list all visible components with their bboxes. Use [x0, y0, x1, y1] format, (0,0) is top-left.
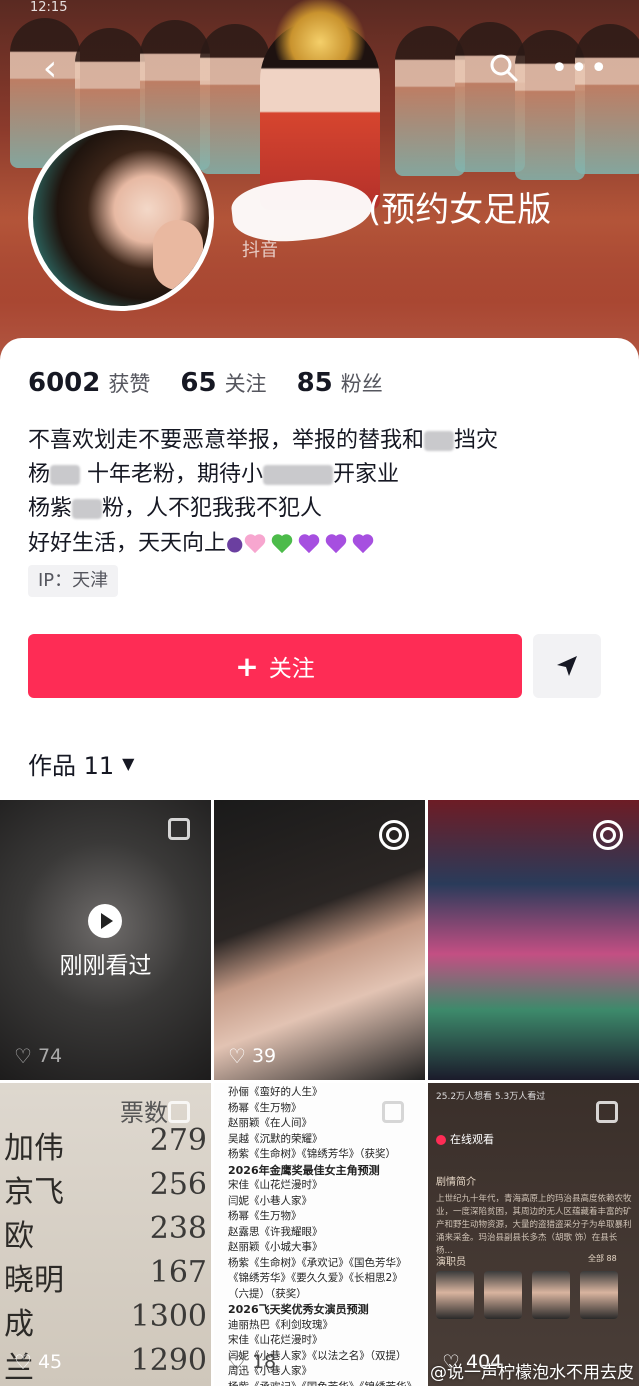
stat-followers[interactable]: 85 粉丝 [297, 368, 383, 398]
cast-row [436, 1271, 618, 1319]
ip-badge: IP：天津 [28, 565, 119, 597]
nickname: (预约女足版 [368, 190, 552, 230]
prediction-line: 孙俪《蛮好的人生》 [228, 1086, 323, 1098]
multi-image-icon [382, 1101, 404, 1123]
prediction-line: 闫妮《小巷人家》 [228, 1194, 312, 1207]
multi-image-icon [596, 1101, 618, 1123]
ledger-row: 欧 238 [4, 1211, 207, 1254]
watermark: @说一声柠檬泡水不用去皮 [430, 1363, 634, 1383]
prediction-line: 杨紫《承欢记》《国色芳华》《锦绣芳华》 [228, 1380, 418, 1386]
purple-heart-icon [324, 533, 348, 555]
stat-value: 65 [180, 368, 217, 398]
back-icon[interactable]: ‹ [30, 48, 70, 89]
bio-line: 好好生活，天天向上● [28, 526, 618, 561]
follow-label: 关注 [268, 656, 315, 682]
multi-image-icon [168, 1101, 190, 1123]
status-time: 12:15 [30, 0, 68, 15]
prediction-line: 吴越《沉默的荣耀》 [228, 1132, 323, 1145]
tab-works[interactable]: 作品 11 ▼ [28, 746, 134, 781]
video-tile[interactable]: 孙俪《蛮好的人生》 杨幂《生万物》 赵丽颖《在人间》 吴越《沉默的荣耀》 杨紫《生命树》… [214, 1083, 425, 1386]
purple-heart-icon [297, 533, 321, 555]
recently-watched-label: 刚刚看过 [59, 953, 152, 979]
send-message-button[interactable] [533, 634, 601, 698]
bio-line: 杨紫 粉，人不犯我我不犯人 [28, 496, 323, 521]
plus-icon: + [235, 649, 259, 683]
heart-icon: ♡ [14, 1044, 32, 1068]
prediction-line: 宋佳《山花烂漫时》 [228, 1334, 323, 1346]
video-tile[interactable]: ♡ 39 [214, 800, 425, 1080]
like-count: ♡ 45 [14, 1350, 63, 1374]
video-tile[interactable] [428, 800, 639, 1080]
stat-label: 粉丝 [340, 372, 383, 396]
stat-label: 关注 [224, 372, 267, 396]
bio-line: 杨 十年老粉，期待小 开家业 [28, 462, 400, 487]
follow-button[interactable]: + 关注 [28, 634, 522, 698]
stat-value: 85 [296, 368, 333, 398]
cast-title: 演职员 [436, 1257, 466, 1268]
stat-value: 6002 [28, 368, 101, 398]
pink-heart-icon [243, 533, 267, 555]
send-icon [557, 656, 577, 676]
prediction-line: 迪丽热巴《利剑玫瑰》 [228, 1318, 333, 1331]
platform-tag: 抖音 [242, 240, 278, 261]
bio-line: 不喜欢划走不要恶意举报，举报的替我和 挡灾 [28, 428, 499, 453]
video-tile[interactable]: 25.2万人想看 5.3万人看过 在线观看 剧情简介 上世纪九十年代，青海高原上… [428, 1083, 639, 1386]
heart-icon: ♡ [14, 1350, 32, 1374]
search-icon[interactable] [484, 48, 524, 88]
like-count: ♡ 39 [228, 1044, 277, 1068]
prediction-line: 赵丽颖《小城大事》 [228, 1241, 323, 1253]
profile-stats: 6002 获赞 65 关注 85 粉丝 [28, 368, 413, 398]
redacted-text [263, 465, 334, 485]
prediction-line: 赵露思《许我耀眼》 [228, 1225, 323, 1238]
grape-icon: ● [226, 531, 244, 555]
prediction-line: 杨幂《生万物》 [228, 1210, 302, 1222]
banner-crown [270, 0, 370, 60]
ledger-row: 成 1300 [4, 1299, 207, 1342]
watch-online: 在线观看 [436, 1131, 494, 1147]
avatar[interactable] [28, 125, 214, 311]
live-icon [593, 820, 623, 850]
heart-icon: ♡ [228, 1044, 246, 1068]
video-tile[interactable]: 刚刚看过 ♡ 74 [0, 800, 211, 1080]
redacted-text [72, 499, 103, 519]
video-grid: 刚刚看过 ♡ 74 ♡ 39 票数 加伟 279 京飞 256 欧 238 晓明 167 成… [0, 800, 639, 1386]
more-icon[interactable]: ••• [550, 48, 607, 88]
redacted-text [50, 465, 81, 485]
prediction-line: 杨紫《生命树》《承欢记》《国色芳华》《锦绣芳华》《要久久爱》《长相思2》（六提）… [228, 1256, 407, 1300]
prediction-line: 2026飞天奖优秀女演员预测 [228, 1303, 369, 1316]
ledger-row: 晓明 167 [4, 1255, 207, 1298]
live-icon [379, 820, 409, 850]
multi-image-icon [168, 818, 190, 840]
cast-photo [484, 1271, 522, 1319]
cast-photo [532, 1271, 570, 1319]
bio: 不喜欢划走不要恶意举报，举报的替我和 挡灾 杨 十年老粉，期待小 开家业 杨紫 粉，人… [28, 424, 618, 561]
prediction-line: 2026年金鹰奖最佳女主角预测 [228, 1163, 380, 1177]
like-count: ♡ 74 [14, 1044, 63, 1068]
cast-photo [436, 1271, 474, 1319]
green-heart-icon [270, 533, 294, 555]
purple-heart-icon [351, 533, 375, 555]
stat-likes[interactable]: 6002 获赞 [28, 368, 150, 398]
heart-icon: ♡ [228, 1350, 246, 1374]
banner-figure [575, 24, 639, 174]
synopsis-title: 剧情简介 [436, 1177, 476, 1188]
prediction-line: 杨紫《生命树》《锦绣芳华》（获奖） [228, 1148, 396, 1160]
caret-down-icon: ▼ [122, 754, 135, 773]
stat-following[interactable]: 65 关注 [180, 368, 266, 398]
cast-more: 全部 88 [588, 1254, 617, 1263]
play-dot-icon [436, 1135, 446, 1145]
prediction-list: 孙俪《蛮好的人生》 杨幂《生万物》 赵丽颖《在人间》 吴越《沉默的荣耀》 杨紫《生命树》… [228, 1085, 418, 1386]
play-icon [88, 904, 122, 938]
synopsis-text: 上世纪九十年代，青海高原上的玛治县高度依赖农牧业，一度深陷贫困，其周边的无人区蕴… [436, 1194, 632, 1256]
prediction-line: 宋佳《山花烂漫时》 [228, 1179, 323, 1191]
redacted-text [424, 431, 455, 451]
ledger-row: 加伟 279 [4, 1123, 207, 1166]
video-tile[interactable]: 票数 加伟 279 京飞 256 欧 238 晓明 167 成 1300 兰 1290 ♡ 4… [0, 1083, 211, 1386]
like-count: ♡ 18 [228, 1350, 277, 1374]
cast-photo [580, 1271, 618, 1319]
ledger-row: 京飞 256 [4, 1167, 207, 1210]
tab-works-label: 作品 11 [28, 752, 115, 780]
stat-label: 获赞 [108, 372, 151, 396]
vote-ledger: 票数 加伟 279 京飞 256 欧 238 晓明 167 成 1300 兰 1290 [0, 1093, 211, 1386]
